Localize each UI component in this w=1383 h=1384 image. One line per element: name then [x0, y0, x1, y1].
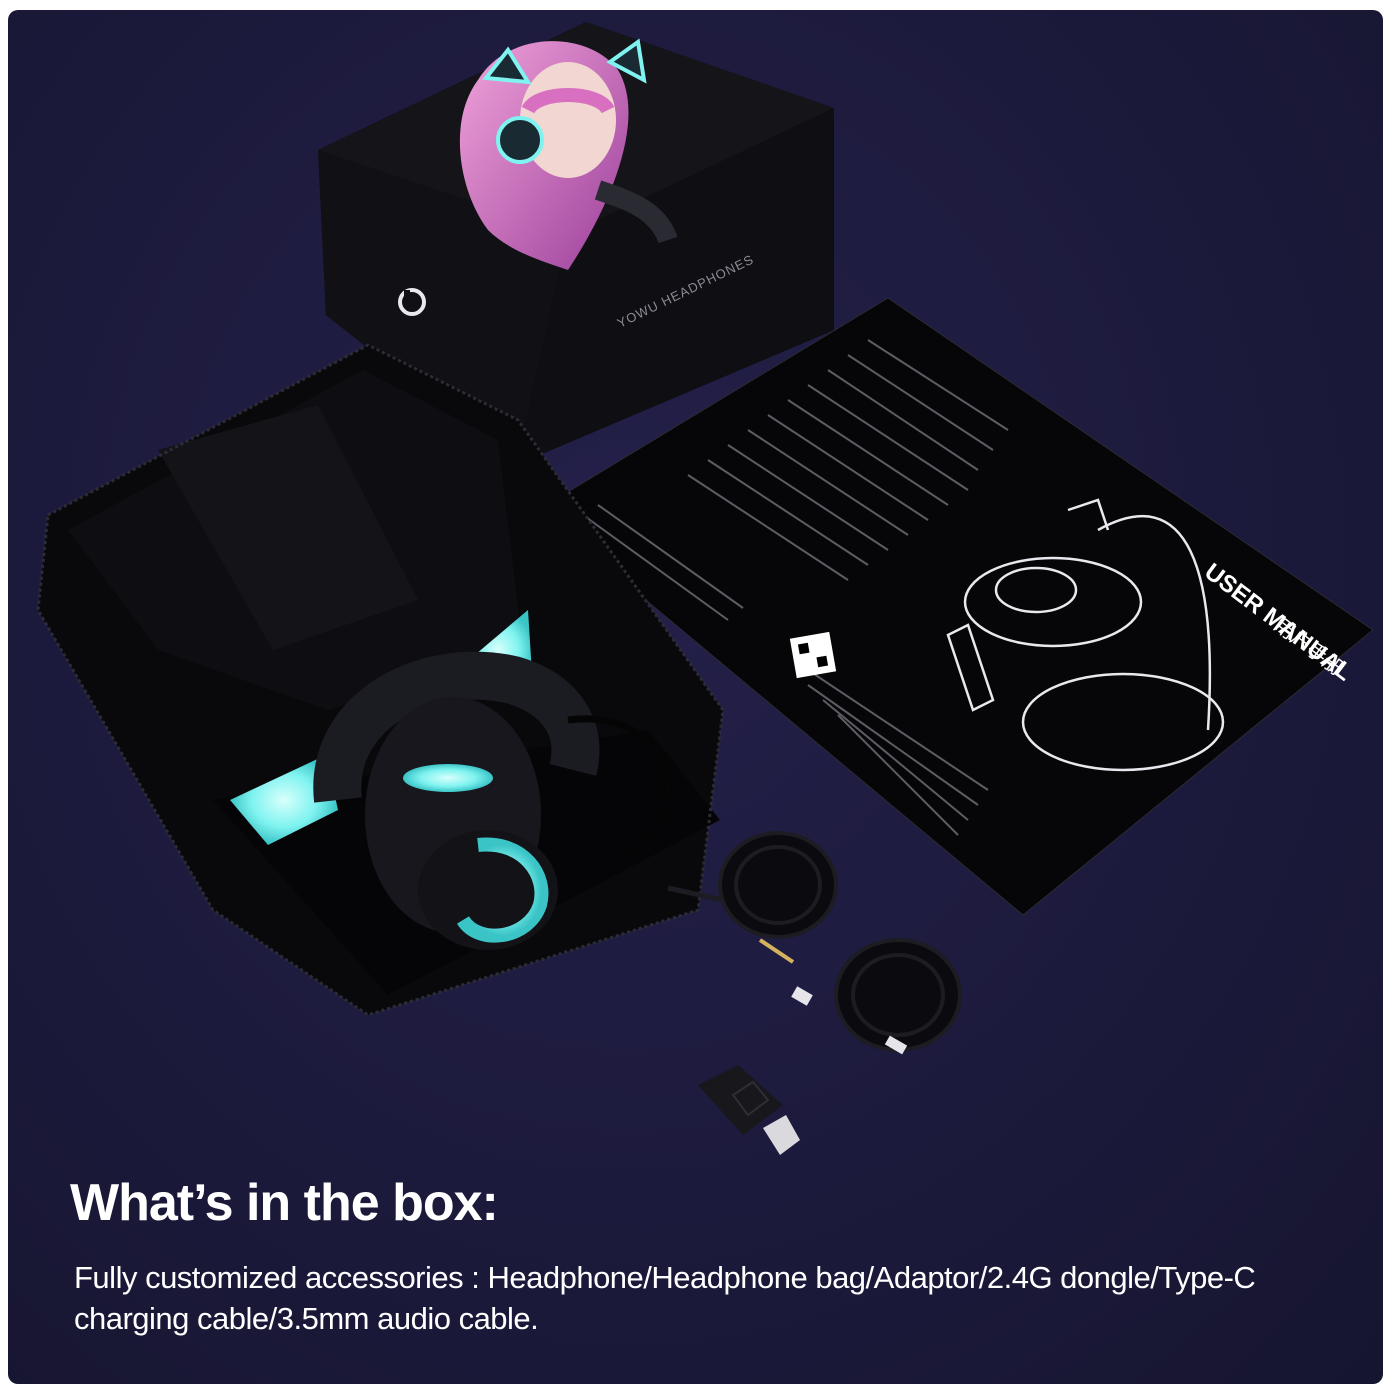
type-c-cable	[791, 938, 962, 1055]
product-photo: YOWU HEADPHONES USER MANUAL 用户手册 What’s …	[8, 10, 1383, 1384]
caption-title: What’s in the box:	[70, 1174, 499, 1232]
qr-code-icon	[789, 631, 837, 679]
caption-description: Fully customized accessories : Headphone…	[74, 1260, 1256, 1336]
usb-dongle	[698, 1065, 800, 1155]
